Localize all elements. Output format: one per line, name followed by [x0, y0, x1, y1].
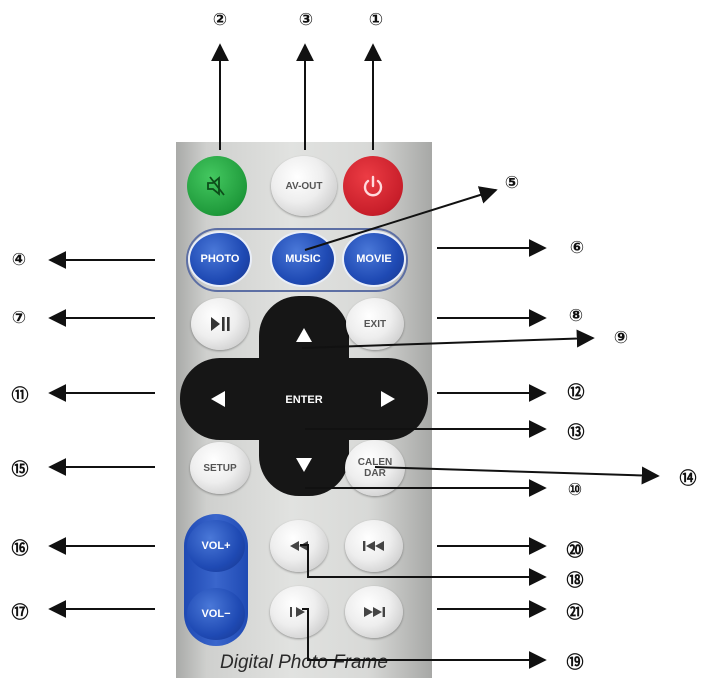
photo-label: PHOTO [200, 253, 240, 265]
rewind-button[interactable] [270, 520, 328, 572]
setup-label: SETUP [203, 462, 237, 474]
play-pause-button[interactable] [191, 298, 249, 350]
mute-icon [207, 176, 225, 196]
callout-13: ⑬ [567, 422, 585, 443]
exit-button[interactable]: EXIT [346, 298, 404, 350]
movie-button[interactable]: MOVIE [342, 231, 406, 287]
music-button[interactable]: MUSIC [270, 231, 336, 287]
exit-label: EXIT [363, 318, 387, 330]
callout-1: ① [368, 10, 384, 30]
callout-8: ⑧ [568, 306, 584, 326]
right-button[interactable] [358, 370, 418, 428]
callout-21: ㉑ [566, 602, 584, 623]
callout-3: ③ [298, 10, 314, 30]
next-icon [364, 607, 385, 617]
callout-10: ⑩ [567, 480, 583, 500]
brand-caption: Digital Photo Frame [220, 652, 388, 673]
movie-label: MOVIE [356, 253, 392, 265]
power-icon [363, 175, 383, 197]
enter-button[interactable]: ENTER [268, 372, 340, 428]
music-label: MUSIC [285, 253, 321, 265]
calendar-label-line1: CALEN [357, 457, 393, 468]
av-out-button[interactable]: AV-OUT [271, 156, 337, 216]
arrow-up-icon [296, 328, 312, 342]
left-button[interactable] [188, 370, 248, 428]
callout-16: ⑯ [11, 538, 29, 559]
callout-2: ② [212, 10, 228, 30]
callout-19: ⑲ [566, 652, 584, 673]
photo-button[interactable]: PHOTO [188, 231, 252, 287]
calendar-button[interactable]: CALEN DAR [345, 440, 405, 496]
arrow-right-icon [381, 391, 395, 407]
setup-button[interactable]: SETUP [190, 442, 250, 494]
previous-icon [363, 541, 384, 551]
mute-button[interactable] [187, 156, 247, 216]
up-button[interactable] [274, 308, 334, 362]
down-button[interactable] [274, 438, 334, 492]
callout-18: ⑱ [566, 570, 584, 591]
callout-6: ⑥ [569, 238, 585, 258]
slow-forward-button[interactable] [270, 586, 328, 638]
arrow-down-icon [296, 458, 312, 472]
next-button[interactable] [345, 586, 403, 638]
enter-label: ENTER [285, 394, 323, 406]
play-pause-icon [211, 317, 230, 331]
av-out-label: AV-OUT [285, 180, 323, 192]
callout-4: ④ [11, 250, 27, 270]
remote-control-diagram: AV-OUT PHOTO MUSIC MOVIE EXIT ENTER SETU… [0, 0, 713, 678]
callout-7: ⑦ [11, 308, 27, 328]
callout-20: ⑳ [566, 540, 584, 561]
vol-down-button[interactable]: VOL− [187, 588, 245, 640]
callout-9: ⑨ [613, 328, 629, 348]
callout-17: ⑰ [11, 602, 29, 623]
arrow-left-icon [211, 391, 225, 407]
previous-button[interactable] [345, 520, 403, 572]
callout-12: ⑫ [567, 382, 585, 403]
rewind-icon [290, 541, 308, 551]
callout-5: ⑤ [504, 173, 520, 193]
power-button[interactable] [343, 156, 403, 216]
vol-up-button[interactable]: VOL+ [187, 520, 245, 572]
calendar-label-line2: DAR [364, 468, 386, 479]
slow-forward-icon [290, 607, 305, 617]
callout-11: ⑪ [11, 385, 29, 406]
callout-15: ⑮ [11, 459, 29, 480]
vol-up-label: VOL+ [201, 540, 231, 552]
vol-down-label: VOL− [201, 608, 231, 620]
callout-14: ⑭ [679, 468, 697, 489]
